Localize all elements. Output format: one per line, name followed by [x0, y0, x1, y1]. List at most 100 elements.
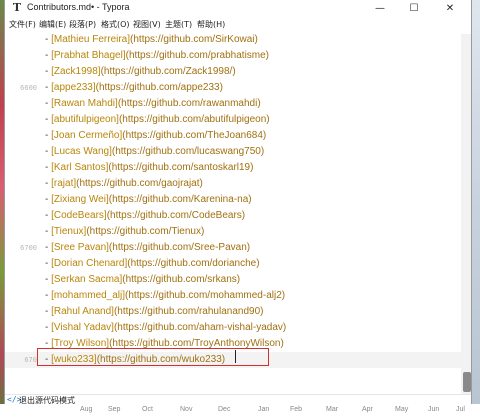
contributor-name: [Dorian Chenard] [51, 258, 128, 269]
menu-paragraph[interactable]: 段落(P) [69, 19, 96, 30]
menu-file[interactable]: 文件(F) [9, 19, 36, 30]
contributor-name: [appe233] [51, 82, 96, 93]
line-content: - [appe233](https://github.com/appe233) [45, 80, 223, 96]
typora-app-icon: T [12, 1, 22, 14]
menu-view[interactable]: 视图(V) [133, 19, 161, 30]
markdown-line[interactable]: 6600 - [appe233](https://github.com/appe2… [5, 80, 461, 96]
contributor-name: [abutifulpigeon] [51, 114, 119, 125]
typora-window: T Contributors.md• - Typora — ☐ ✕ 文件(F) … [4, 0, 472, 404]
contributor-url: (https://github.com/abutifulpigeon) [118, 114, 270, 125]
contributor-url: (https://github.com/Karenina-na) [108, 194, 252, 205]
contributor-url: (https://github.com/srkans) [122, 274, 241, 285]
line-number: 6600 [20, 84, 37, 92]
month-label: Oct [142, 406, 153, 413]
contributor-name: [Rawan Mahdi] [51, 98, 118, 109]
source-editor[interactable]: - [Mathieu Ferreira](https://github.com/… [5, 34, 461, 394]
line-number: 6700 [20, 244, 37, 252]
markdown-line[interactable]: - [Serkan Sacma](https://github.com/srka… [5, 272, 461, 288]
contributor-name: [Zack1998] [51, 66, 101, 77]
line-content: - [Vishal Yadav](https://github.com/aham… [45, 320, 286, 336]
markdown-line[interactable]: - [Zixiang Wei](https://github.com/Karen… [5, 192, 461, 208]
contributor-name: [Prabhat Bhagel] [51, 50, 126, 61]
contributor-name: [Vishal Yadav] [51, 322, 114, 333]
markdown-line[interactable]: - [Mathieu Ferreira](https://github.com/… [5, 34, 461, 48]
contributor-name: [Rahul Anand] [51, 306, 114, 317]
contributor-url: (https://github.com/rahulanand90) [113, 306, 264, 317]
markdown-line[interactable]: - [Joan Cermeño](https://github.com/TheJ… [5, 128, 461, 144]
month-label: Mar [326, 406, 339, 413]
markdown-line[interactable]: - [rajat](https://github.com/gaojrajat) [5, 176, 461, 192]
month-label: Jul [456, 406, 465, 413]
contributor-url: (https://github.com/SirKowai) [130, 34, 258, 45]
status-bar: </> 退出源代码模式 [5, 394, 471, 404]
contributor-url: (https://github.com/prabhatisme) [125, 50, 270, 61]
line-content: - [Sree Pavan](https://github.com/Sree-P… [45, 240, 250, 256]
markdown-line[interactable]: - [Tienux](https://github.com/Tienux) [5, 224, 461, 240]
markdown-line[interactable]: - [Zack1998](https://github.com/Zack1998… [5, 64, 461, 80]
contributor-url: (https://github.com/mohammed-alj2) [125, 290, 286, 301]
contributor-url: (https://github.com/santoskarl19) [108, 162, 254, 173]
close-button[interactable]: ✕ [433, 0, 467, 18]
minimize-button[interactable]: — [363, 0, 397, 18]
contributor-url: (https://github.com/aham-vishal-yadav) [113, 322, 287, 333]
markdown-line[interactable]: - [Lucas Wang](https://github.com/lucasw… [5, 144, 461, 160]
markdown-line[interactable]: - [abutifulpigeon](https://github.com/ab… [5, 112, 461, 128]
line-number: 670 [24, 356, 37, 364]
menu-bar: 文件(F) 编辑(E) 段落(P) 格式(O) 视图(V) 主题(T) 帮助(H… [5, 18, 471, 32]
contributor-name: [Zixiang Wei] [51, 194, 109, 205]
markdown-line[interactable]: 6700 - [Sree Pavan](https://github.com/Sr… [5, 240, 461, 256]
contributor-name: [Joan Cermeño] [51, 130, 123, 141]
month-label: Jun [428, 406, 440, 413]
markdown-line[interactable]: - [Karl Santos](https://github.com/santo… [5, 160, 461, 176]
markdown-line[interactable]: - [Dorian Chenard](https://github.com/do… [5, 256, 461, 272]
contributor-url: (https://github.com/gaojrajat) [76, 178, 203, 189]
contributor-url: (https://github.com/TheJoan684) [122, 130, 267, 141]
line-content: - [Zixiang Wei](https://github.com/Karen… [45, 192, 252, 208]
markdown-line[interactable]: - [Vishal Yadav](https://github.com/aham… [5, 320, 461, 336]
month-label: May [395, 406, 409, 413]
contributor-url: (https://github.com/Tienux) [86, 226, 205, 237]
title-bar: T Contributors.md• - Typora — ☐ ✕ [5, 0, 471, 18]
window-title: Contributors.md• - Typora [27, 2, 130, 12]
scrollbar-thumb[interactable] [463, 372, 471, 392]
contributor-name: [Lucas Wang] [51, 146, 112, 157]
line-content: - [Rahul Anand](https://github.com/rahul… [45, 304, 263, 320]
line-content: - [Tienux](https://github.com/Tienux) [45, 224, 204, 240]
month-label: Aug [80, 406, 93, 413]
markdown-line[interactable]: - [CodeBears](https://github.com/CodeBea… [5, 208, 461, 224]
contributor-url: (https://github.com/Sree-Pavan) [108, 242, 251, 253]
exit-source-mode-button[interactable]: 退出源代码模式 [19, 395, 75, 404]
contributor-url: (https://github.com/Zack1998/) [100, 66, 236, 77]
contributor-name: [mohammed_alj] [51, 290, 126, 301]
menu-format[interactable]: 格式(O) [101, 19, 130, 30]
menu-help[interactable]: 帮助(H) [197, 19, 225, 30]
contributor-name: [Mathieu Ferreira] [51, 34, 131, 45]
desktop-background-right [472, 0, 480, 418]
menu-edit[interactable]: 编辑(E) [39, 19, 66, 30]
scrollbar-track[interactable] [461, 34, 471, 394]
contributor-url: (https://github.com/CodeBears) [106, 210, 246, 221]
line-content: - [Prabhat Bhagel](https://github.com/pr… [45, 48, 269, 64]
contributor-name: [CodeBears] [51, 210, 107, 221]
markdown-line[interactable]: - [mohammed_alj](https://github.com/moha… [5, 288, 461, 304]
markdown-line[interactable]: - [Rawan Mahdi](https://github.com/rawan… [5, 96, 461, 112]
line-content: - [Lucas Wang](https://github.com/lucasw… [45, 144, 264, 160]
contributor-name: [Karl Santos] [51, 162, 109, 173]
month-label: Nov [180, 406, 193, 413]
markdown-line[interactable]: - [Prabhat Bhagel](https://github.com/pr… [5, 48, 461, 64]
menu-theme[interactable]: 主题(T) [165, 19, 192, 30]
contributor-url: (https://github.com/appe233) [95, 82, 223, 93]
maximize-button[interactable]: ☐ [397, 0, 431, 18]
line-content: - [abutifulpigeon](https://github.com/ab… [45, 112, 270, 128]
markdown-line[interactable]: - [Rahul Anand](https://github.com/rahul… [5, 304, 461, 320]
month-label: Apr [362, 406, 373, 413]
text-cursor [235, 350, 236, 363]
line-content: - [CodeBears](https://github.com/CodeBea… [45, 208, 245, 224]
line-content: - [Dorian Chenard](https://github.com/do… [45, 256, 260, 272]
line-content: - [Joan Cermeño](https://github.com/TheJ… [45, 128, 266, 144]
month-label: Dec [218, 406, 231, 413]
line-content: - [Serkan Sacma](https://github.com/srka… [45, 272, 240, 288]
contributor-url: (https://github.com/dorianche) [127, 258, 260, 269]
background-month-axis: Aug Sep Oct Nov Dec Jan Feb Mar Apr May Jun Jul [0, 404, 480, 418]
contributor-url: (https://github.com/rawanmahdi) [117, 98, 261, 109]
